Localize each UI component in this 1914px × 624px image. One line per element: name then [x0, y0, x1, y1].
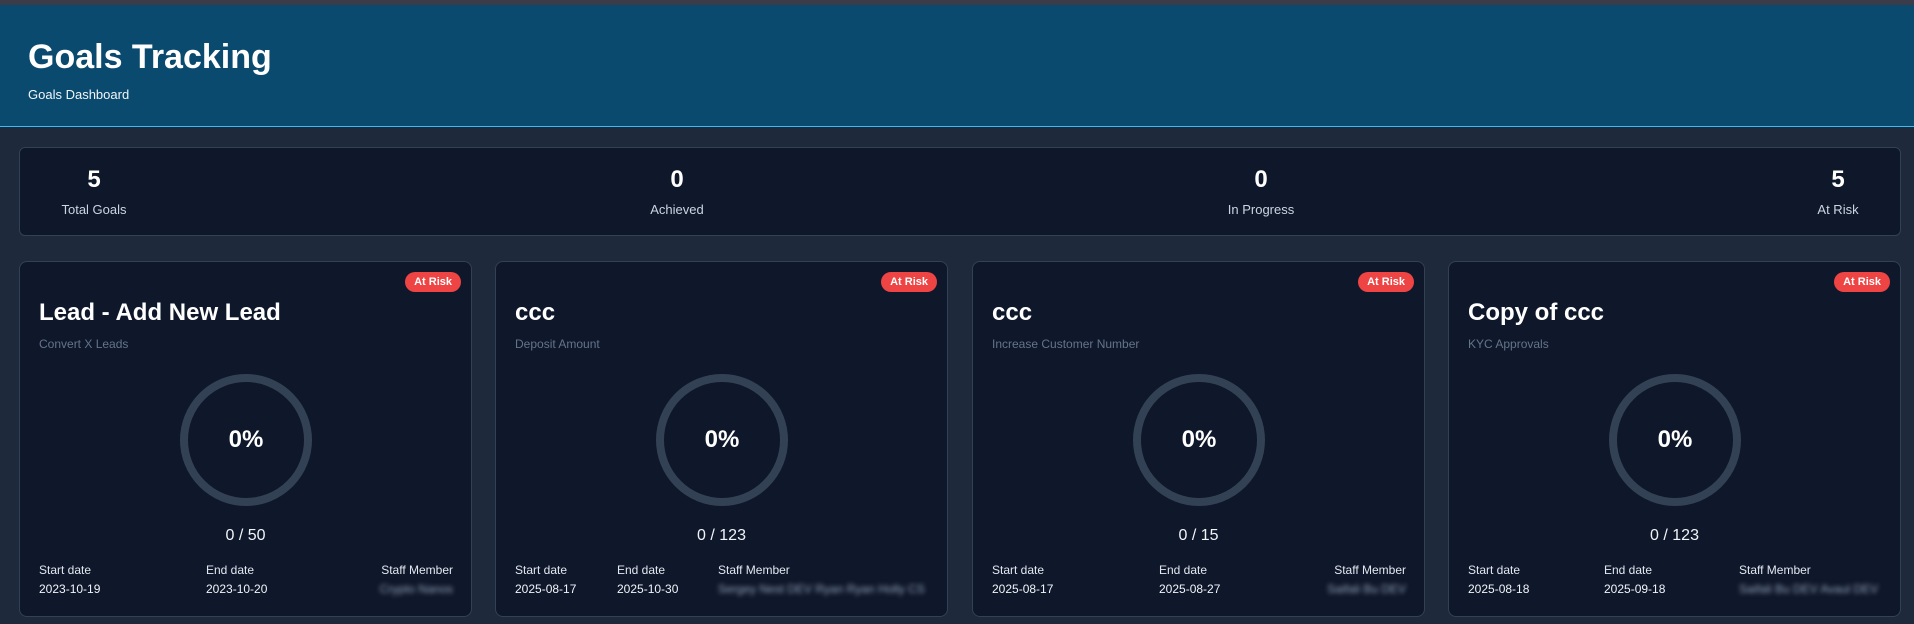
progress-percent: 0%	[1181, 426, 1217, 453]
progress-percent: 0%	[1657, 426, 1693, 453]
goal-subtitle: Convert X Leads	[39, 337, 129, 351]
page-header: Goals Tracking Goals Dashboard	[0, 5, 1914, 127]
end-date: End date 2025-09-18	[1604, 563, 1665, 596]
status-badge: At Risk	[881, 272, 937, 292]
start-date-value: 2023-10-19	[39, 582, 101, 596]
start-date: Start date 2023-10-19	[39, 563, 100, 596]
stat-label: Total Goals	[61, 201, 127, 217]
end-date-label: End date	[617, 563, 666, 577]
start-date-value: 2025-08-17	[992, 582, 1054, 596]
stat-value: 0	[1254, 166, 1268, 193]
start-date-label: Start date	[39, 563, 92, 577]
start-date: Start date 2025-08-18	[1468, 563, 1529, 596]
stat-label: At Risk	[1817, 201, 1859, 217]
stat-value: 5	[1831, 166, 1845, 193]
end-date: End date 2023-10-20	[206, 563, 267, 596]
goal-subtitle: KYC Approvals	[1468, 337, 1549, 351]
goal-card[interactable]: At Risk Copy of ccc KYC Approvals 0% 0 /…	[1448, 261, 1901, 617]
end-date: End date 2025-08-27	[1159, 563, 1220, 596]
staff-member: Staff Member Saifali Bu DEV	[1327, 563, 1406, 596]
status-badge: At Risk	[405, 272, 461, 292]
stat-total-goals: 5 Total Goals	[61, 166, 126, 217]
start-date-label: Start date	[515, 563, 568, 577]
end-date-value: 2025-09-18	[1604, 582, 1666, 596]
page-title: Goals Tracking	[28, 38, 272, 76]
end-date-label: End date	[1159, 563, 1208, 577]
stat-achieved: 0 Achieved	[650, 166, 703, 217]
progress-percent: 0%	[228, 426, 264, 453]
status-badge: At Risk	[1834, 272, 1890, 292]
status-badge: At Risk	[1358, 272, 1414, 292]
goal-subtitle: Deposit Amount	[515, 337, 600, 351]
goal-subtitle: Increase Customer Number	[992, 337, 1140, 351]
progress-count: 0 / 50	[225, 527, 266, 544]
stat-label: Achieved	[650, 201, 704, 217]
stat-label: In Progress	[1227, 201, 1295, 217]
goal-card[interactable]: At Risk Lead - Add New Lead Convert X Le…	[19, 261, 472, 617]
staff-member-label: Staff Member	[718, 563, 790, 577]
goal-title: Lead - Add New Lead	[39, 299, 281, 326]
stat-at-risk: 5 At Risk	[1817, 166, 1858, 217]
progress-percent: 0%	[704, 426, 740, 453]
end-date-value: 2023-10-20	[206, 582, 268, 596]
progress-count: 0 / 123	[1650, 527, 1699, 544]
progress-count: 0 / 15	[1178, 527, 1219, 544]
goal-title: Copy of ccc	[1468, 299, 1605, 326]
start-date-value: 2025-08-18	[1468, 582, 1530, 596]
start-date-label: Start date	[1468, 563, 1521, 577]
start-date-value: 2025-08-17	[515, 582, 577, 596]
staff-member-label: Staff Member	[381, 563, 453, 577]
stat-in-progress: 0 In Progress	[1228, 166, 1294, 217]
end-date: End date 2025-10-30	[617, 563, 678, 596]
start-date-label: Start date	[992, 563, 1045, 577]
stat-value: 0	[670, 166, 684, 193]
goal-card[interactable]: At Risk ccc Increase Customer Number 0% …	[972, 261, 1425, 617]
stat-value: 5	[87, 166, 101, 193]
goal-card[interactable]: At Risk ccc Deposit Amount 0% 0 / 123 St…	[495, 261, 948, 617]
staff-member-value: Crypto Nanos	[379, 582, 453, 596]
start-date: Start date 2025-08-17	[992, 563, 1053, 596]
staff-member-label: Staff Member	[1739, 563, 1811, 577]
end-date-value: 2025-08-27	[1159, 582, 1221, 596]
staff-member-label: Staff Member	[1334, 563, 1406, 577]
staff-member: Staff Member Sergey Nest DEV Ryan Ryan H…	[718, 563, 925, 596]
page-subtitle: Goals Dashboard	[28, 87, 130, 103]
staff-member-value: Sergey Nest DEV Ryan Ryan Holly CS	[718, 582, 925, 596]
end-date-label: End date	[206, 563, 255, 577]
staff-member-value: Saifali Bu DEV	[1327, 582, 1406, 596]
goal-title: ccc	[515, 299, 556, 326]
progress-count: 0 / 123	[697, 527, 746, 544]
summary-panel: 5 Total Goals 0 Achieved 0 In Progress 5…	[19, 147, 1901, 236]
staff-member: Staff Member Crypto Nanos	[380, 563, 453, 596]
staff-member: Staff Member Saifali Bu DEV Avaul DEV	[1739, 563, 1878, 596]
end-date-value: 2025-10-30	[617, 582, 679, 596]
goal-title: ccc	[992, 299, 1033, 326]
end-date-label: End date	[1604, 563, 1653, 577]
start-date: Start date 2025-08-17	[515, 563, 576, 596]
staff-member-value: Saifali Bu DEV Avaul DEV	[1739, 582, 1879, 596]
